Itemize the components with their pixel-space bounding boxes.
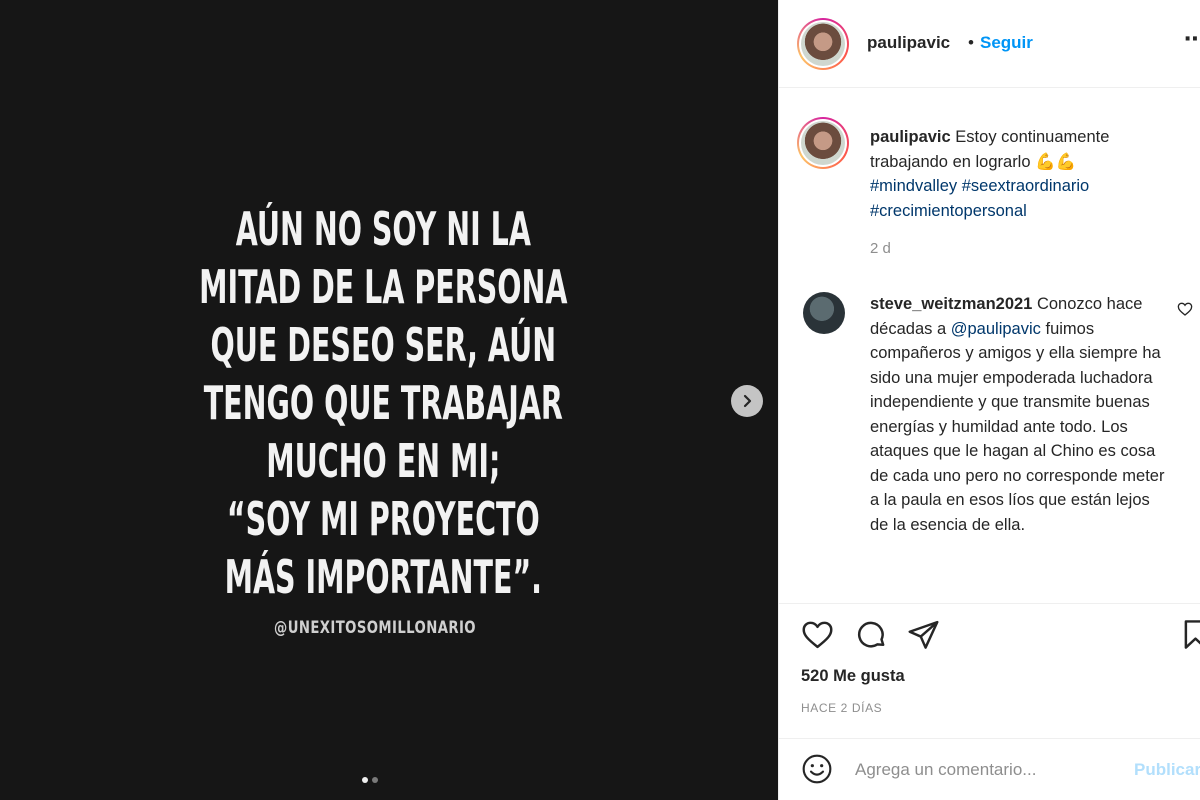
likes-count[interactable]: 520 Me gusta [801,667,905,686]
publish-button[interactable]: Publicar [1134,760,1200,780]
hashtag-link[interactable]: #crecimientopersonal [870,202,1027,220]
add-comment-bar: Publicar [779,738,1200,800]
carousel-dot [372,777,378,783]
quote-line: QUE DESEO SER, AÚN [210,318,557,372]
comment-bubble-icon[interactable] [855,618,888,651]
post-caption: paulipavic Estoy continuamente trabajand… [870,125,1170,223]
heart-icon[interactable] [801,618,834,651]
avatar[interactable] [797,18,849,70]
commenter-avatar[interactable] [803,292,845,334]
smiley-icon[interactable] [801,753,833,785]
caption-avatar[interactable] [797,117,849,169]
image-watermark: @UNEXITOSOMILLONARIO [274,618,476,638]
comment-like-heart-icon[interactable] [1177,301,1193,317]
comments-section[interactable]: paulipavic Estoy continuamente trabajand… [779,89,1200,604]
caption-username[interactable]: paulipavic [870,128,951,146]
hashtag-link[interactable]: #mindvalley [870,177,957,195]
separator-dot: • [968,33,974,52]
quote-line: “SOY MI PROYECTO [226,492,540,546]
chevron-right-icon [743,394,752,408]
flexed-bicep-emoji: 💪💪 [1035,152,1077,171]
mention-link[interactable]: @paulipavic [951,320,1041,338]
paper-plane-icon[interactable] [907,618,940,651]
comment-text: fuimos compañeros y amigos y ella siempr… [870,319,1165,534]
post-timestamp[interactable]: HACE 2 DÍAS [801,701,882,715]
header-username[interactable]: paulipavic [867,33,950,53]
quote-line: MUCHO EN MI; [266,434,501,488]
bookmark-icon[interactable] [1179,618,1200,651]
more-options-icon[interactable]: ⋯ [1184,26,1200,52]
comment-item: steve_weitzman2021 Conozco hace décadas … [870,292,1165,537]
next-image-button[interactable] [731,385,763,417]
post-sidebar: paulipavic • Seguir ⋯ paulipavic Estoy c… [778,0,1200,800]
hashtag-link[interactable]: #seextraordinario [962,177,1090,195]
carousel-dot-active [362,777,368,783]
carousel-indicator [362,777,378,783]
quote-text: AÚN NO SOY NI LA MITAD DE LA PERSONA QUE… [142,200,624,606]
follow-button[interactable]: Seguir [980,33,1033,53]
post-actions [779,618,1200,658]
quote-line: TENGO QUE TRABAJAR [203,376,563,430]
profile-photo [801,121,845,165]
quote-line: MÁS IMPORTANTE”. [224,550,543,604]
quote-line: MITAD DE LA PERSONA [199,260,568,314]
quote-line: AÚN NO SOY NI LA [235,202,531,256]
caption-age[interactable]: 2 d [870,240,891,257]
post-header: paulipavic • Seguir ⋯ [779,0,1200,88]
post-media: AÚN NO SOY NI LA MITAD DE LA PERSONA QUE… [0,0,778,800]
profile-photo [801,22,845,66]
comment-input[interactable] [855,757,1125,783]
commenter-username[interactable]: steve_weitzman2021 [870,295,1032,313]
